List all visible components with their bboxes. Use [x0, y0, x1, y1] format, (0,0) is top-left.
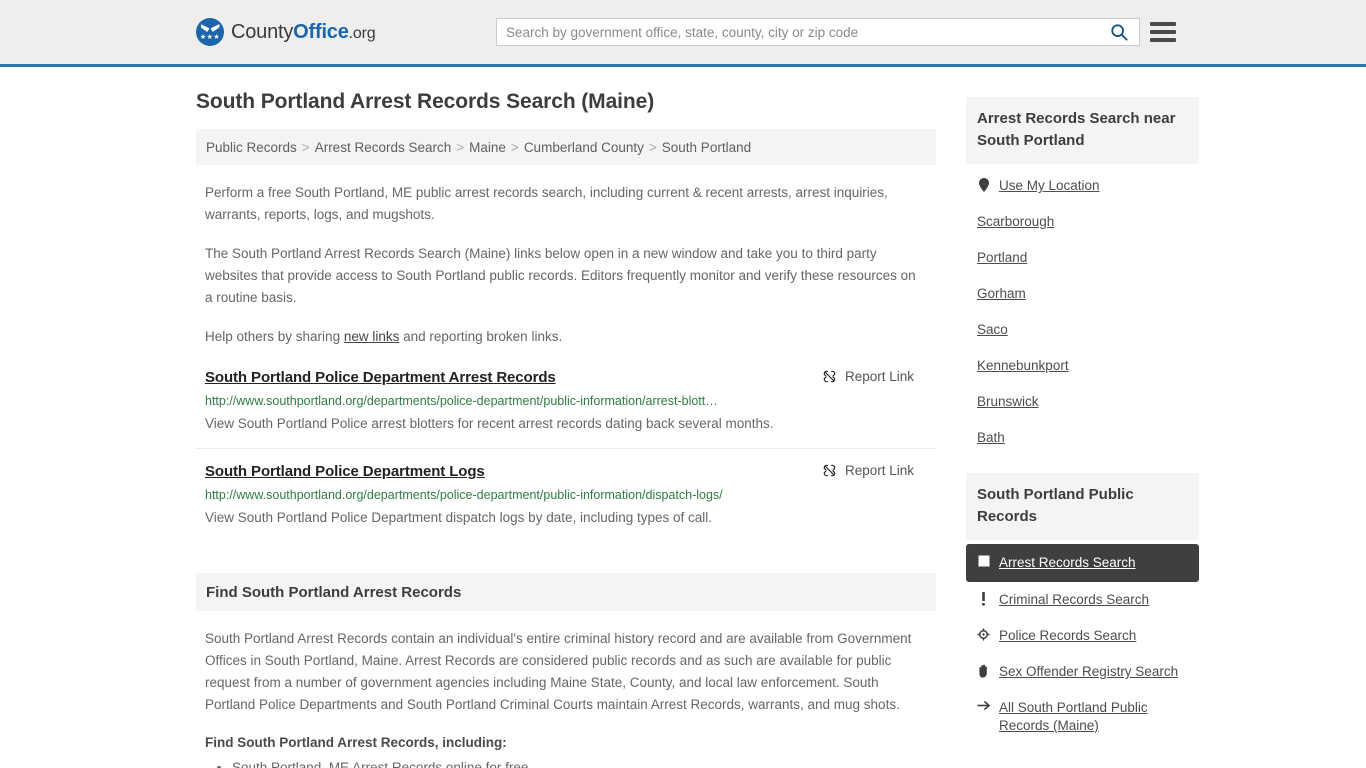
- sidebar-item-use-my-location[interactable]: Use My Location: [966, 168, 1199, 204]
- sidebar-item-gorham[interactable]: Gorham: [966, 276, 1199, 312]
- sidebar-item-label[interactable]: Brunswick: [977, 393, 1039, 411]
- sidebar: Arrest Records Search near South Portlan…: [966, 67, 1199, 768]
- new-links-link[interactable]: new links: [344, 329, 400, 344]
- sidebar-item-criminal-records-search[interactable]: Criminal Records Search: [966, 582, 1199, 618]
- sidebar-item-arrest-records-search[interactable]: Arrest Records Search: [966, 544, 1199, 582]
- sidebar-item-label[interactable]: Portland: [977, 249, 1027, 267]
- result-title-link[interactable]: South Portland Police Department Logs: [205, 463, 485, 480]
- hand-icon: [977, 664, 990, 678]
- sidebar-item-label[interactable]: Police Records Search: [999, 627, 1136, 645]
- page-title: South Portland Arrest Records Search (Ma…: [196, 90, 655, 113]
- sidebar-item-label[interactable]: Saco: [977, 321, 1008, 339]
- sidebar-item-scarborough[interactable]: Scarborough: [966, 204, 1199, 240]
- sidebar-item-label[interactable]: All South Portland Public Records (Maine…: [999, 699, 1188, 735]
- map-pin-icon: [977, 178, 990, 192]
- results-list: South Portland Police Department Arrest …: [196, 369, 936, 542]
- result-url[interactable]: http://www.southportland.org/departments…: [205, 488, 936, 502]
- sidebar-item-label[interactable]: Kennebunkport: [977, 357, 1069, 375]
- result-description: View South Portland Police arrest blotte…: [205, 416, 774, 431]
- find-records-subheading: Find South Portland Arrest Records, incl…: [205, 735, 507, 750]
- sidebar-item-brunswick[interactable]: Brunswick: [966, 384, 1199, 420]
- exclamation-icon: [977, 592, 990, 606]
- breadcrumb-separator-icon: >: [648, 139, 657, 155]
- sidebar-item-label[interactable]: Arrest Records Search: [999, 554, 1136, 572]
- sidebar-item-label[interactable]: Use My Location: [999, 177, 1100, 195]
- result-header: South Portland Police Department Logs Re…: [205, 463, 936, 480]
- find-records-heading: Find South Portland Arrest Records: [196, 573, 936, 611]
- sidebar-item-label[interactable]: Criminal Records Search: [999, 591, 1149, 609]
- breadcrumb-separator-icon: >: [456, 139, 465, 155]
- breadcrumb-item-cumberland-county[interactable]: Cumberland County: [524, 140, 644, 155]
- sidebar-item-saco[interactable]: Saco: [966, 312, 1199, 348]
- result-description: View South Portland Police Department di…: [205, 510, 713, 525]
- brand-part-tld: .org: [348, 24, 376, 42]
- intro-paragraph-3: Help others by sharing new links and rep…: [205, 326, 917, 348]
- countyoffice-eagle-icon: ★★★: [196, 18, 224, 46]
- hamburger-bar-1: [1150, 22, 1176, 26]
- breadcrumb-item-arrest-records-search[interactable]: Arrest Records Search: [315, 140, 452, 155]
- report-link-label: Report Link: [844, 463, 914, 478]
- share-text-before: Help others by sharing: [205, 329, 344, 344]
- sidebar-item-bath[interactable]: Bath: [966, 420, 1199, 456]
- id-card-icon: [977, 555, 990, 567]
- breadcrumb-separator-icon: >: [301, 139, 310, 155]
- sidebar-item-sex-offender-registry-search[interactable]: Sex Offender Registry Search: [966, 654, 1199, 690]
- sidebar-item-all-public-records[interactable]: All South Portland Public Records (Maine…: [966, 690, 1199, 744]
- nearby-search-list: Use My Location Scarborough Portland Gor…: [966, 164, 1199, 456]
- hamburger-menu-button[interactable]: [1150, 20, 1176, 44]
- police-badge-icon: [977, 628, 990, 641]
- nearby-search-heading: Arrest Records Search near South Portlan…: [966, 97, 1199, 164]
- intro-paragraph-2: The South Portland Arrest Records Search…: [205, 246, 916, 305]
- search-button[interactable]: [1099, 19, 1139, 45]
- hamburger-bar-2: [1150, 30, 1176, 34]
- arrow-right-icon: [977, 700, 990, 711]
- result-item: South Portland Police Department Arrest …: [196, 369, 936, 448]
- main-content: South Portland Arrest Records Search (Ma…: [196, 67, 936, 768]
- report-link-button[interactable]: Report Link: [822, 463, 914, 478]
- broken-link-icon: [823, 464, 836, 477]
- result-header: South Portland Police Department Arrest …: [205, 369, 936, 386]
- intro-paragraph-1: Perform a free South Portland, ME public…: [205, 185, 888, 222]
- broken-link-icon: [823, 370, 836, 383]
- result-url[interactable]: http://www.southportland.org/departments…: [205, 394, 936, 408]
- page-container: South Portland Arrest Records Search (Ma…: [0, 67, 1366, 768]
- breadcrumb: Public Records > Arrest Records Search >…: [196, 129, 936, 165]
- public-records-panel: South Portland Public Records Arrest Rec…: [966, 473, 1199, 744]
- site-header: ★★★ CountyOffice.org: [0, 0, 1366, 67]
- sidebar-item-kennebunkport[interactable]: Kennebunkport: [966, 348, 1199, 384]
- list-item: South Portland, ME Arrest Records online…: [232, 758, 936, 768]
- search-input[interactable]: [497, 19, 1099, 45]
- hamburger-bar-3: [1150, 38, 1176, 42]
- public-records-heading: South Portland Public Records: [966, 473, 1199, 540]
- report-link-button[interactable]: Report Link: [822, 369, 914, 384]
- find-records-body: South Portland Arrest Records contain an…: [205, 628, 936, 768]
- sidebar-item-label[interactable]: Gorham: [977, 285, 1026, 303]
- find-records-bullet-list: South Portland, ME Arrest Records online…: [205, 758, 936, 768]
- sidebar-item-label[interactable]: Bath: [977, 429, 1005, 447]
- public-records-list: Arrest Records Search Criminal Records S…: [966, 540, 1199, 744]
- logo-stars: ★★★: [199, 34, 221, 41]
- sidebar-item-police-records-search[interactable]: Police Records Search: [966, 618, 1199, 654]
- sidebar-item-label[interactable]: Sex Offender Registry Search: [999, 663, 1178, 681]
- breadcrumb-item-public-records[interactable]: Public Records: [206, 140, 297, 155]
- breadcrumb-separator-icon: >: [510, 139, 519, 155]
- brand-part-office: Office: [293, 20, 349, 43]
- breadcrumb-item-maine[interactable]: Maine: [469, 140, 506, 155]
- sidebar-item-portland[interactable]: Portland: [966, 240, 1199, 276]
- search-icon: [1111, 24, 1128, 41]
- site-logo[interactable]: ★★★ CountyOffice.org: [196, 18, 376, 46]
- breadcrumb-item-south-portland[interactable]: South Portland: [662, 140, 751, 155]
- share-text-after: and reporting broken links.: [399, 329, 563, 344]
- brand-wordmark: CountyOffice.org: [231, 20, 376, 44]
- brand-part-county: County: [231, 20, 294, 43]
- find-records-paragraph: South Portland Arrest Records contain an…: [205, 631, 912, 712]
- report-link-label: Report Link: [844, 369, 914, 384]
- result-item: South Portland Police Department Logs Re…: [196, 448, 936, 542]
- search-bar[interactable]: [496, 18, 1140, 46]
- result-title-link[interactable]: South Portland Police Department Arrest …: [205, 369, 556, 386]
- sidebar-item-label[interactable]: Scarborough: [977, 213, 1054, 231]
- nearby-search-panel: Arrest Records Search near South Portlan…: [966, 97, 1199, 456]
